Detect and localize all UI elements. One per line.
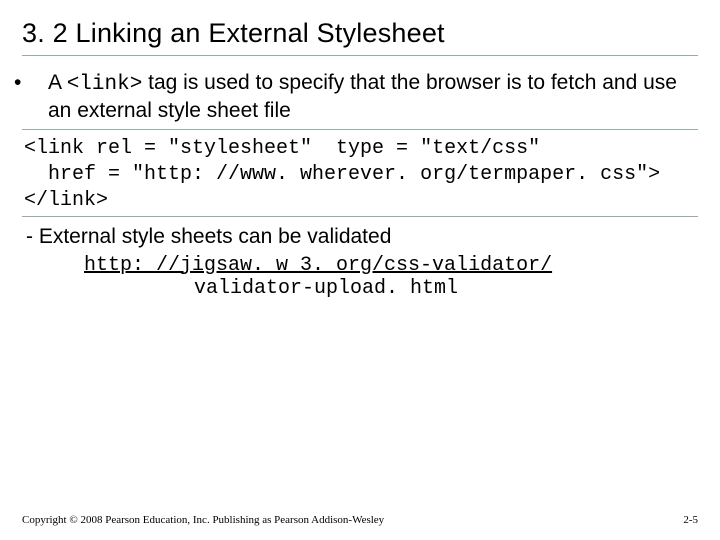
bullet-dot: •	[31, 70, 48, 96]
title-rule	[22, 55, 698, 56]
bullet-rest: tag is used to specify that the browser …	[48, 71, 677, 122]
slide: 3. 2 Linking an External Stylesheet •A <…	[0, 0, 720, 540]
code-block: <link rel = "stylesheet" type = "text/cs…	[24, 136, 698, 214]
dash-item: - External style sheets can be validated	[22, 223, 698, 250]
code-line-2: href = "http: //www. wherever. org/termp…	[24, 163, 660, 186]
slide-title: 3. 2 Linking an External Stylesheet	[22, 18, 698, 49]
dash-marker: -	[26, 225, 39, 248]
code-line-1: <link rel = "stylesheet" type = "text/cs…	[24, 137, 540, 160]
validator-link-line2: validator-upload. html	[194, 277, 698, 300]
validator-link[interactable]: http: //jigsaw. w 3. org/css-validator/	[84, 254, 698, 277]
code-line-3: </link>	[24, 189, 108, 212]
copyright-footer: Copyright © 2008 Pearson Education, Inc.…	[22, 514, 384, 526]
page-number: 2-5	[683, 514, 698, 526]
sep-rule-2	[22, 216, 698, 217]
dash-text: External style sheets can be validated	[39, 225, 392, 248]
bullet-prefix: A	[48, 71, 67, 94]
bullet-code: <link>	[67, 73, 143, 96]
bullet-item: •A <link> tag is used to specify that th…	[22, 70, 698, 125]
sep-rule-1	[22, 129, 698, 130]
